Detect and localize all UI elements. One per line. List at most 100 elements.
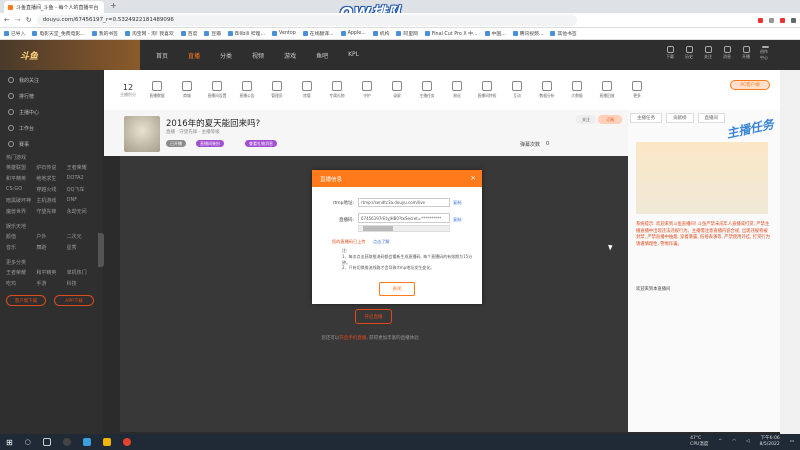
client-download-button[interactable]: 客户端下载 [6, 295, 46, 306]
sidebar-category[interactable]: 颜值 [6, 233, 36, 240]
tool-item[interactable]: 互动 [502, 81, 532, 99]
reload-icon[interactable]: ↻ [26, 16, 32, 24]
forward-icon[interactable]: → [15, 16, 21, 24]
pinterest-icon[interactable] [780, 17, 785, 23]
bookmark-item[interactable]: 电影天堂_免费电影... [32, 30, 85, 37]
sidebar-item[interactable]: 赛事 [0, 136, 103, 152]
header-icon-item[interactable]: 开播 [741, 46, 751, 60]
learn-more-link[interactable]: 点击了解 [373, 239, 390, 244]
tool-item[interactable]: 直播公告 [232, 81, 262, 99]
tool-item[interactable]: 专属礼物 [322, 81, 352, 99]
sidebar-item[interactable]: 排行榜 [0, 88, 103, 104]
tool-item[interactable]: 录屏 [382, 81, 412, 99]
tool-item[interactable]: 直播回放 [592, 81, 622, 99]
sidebar-category[interactable]: DOTA2 [67, 175, 97, 182]
sidebar-category[interactable]: 和平精英 [6, 175, 36, 182]
bookmark-item[interactable]: 百度 [180, 30, 197, 37]
bookmark-item[interactable]: 机构 [372, 30, 389, 37]
sidebar-category[interactable]: 魔兽世界 [6, 208, 36, 215]
sidebar-category[interactable]: 和平精英 [36, 269, 66, 276]
sidebar-category[interactable]: 单机热门 [67, 269, 97, 276]
right-panel-tab[interactable]: 贡献榜 [666, 113, 694, 123]
back-icon[interactable]: ← [4, 16, 10, 24]
bookmark-item[interactable]: Apple... [340, 31, 366, 36]
chevron-up-icon[interactable]: ^ [718, 439, 722, 444]
sidebar-category[interactable]: 王者荣耀 [67, 164, 97, 171]
sidebar-category[interactable]: 吃鸡 [6, 280, 36, 287]
sidebar-category[interactable]: 星秀 [67, 244, 97, 251]
nav-item[interactable]: 首页 [156, 51, 168, 60]
close-button[interactable]: 关闭 [379, 282, 415, 296]
sidebar-category[interactable]: 炉石传说 [36, 164, 66, 171]
app-download-button[interactable]: APP下载 [54, 295, 94, 306]
bookmark-item[interactable]: Bilibili 哔哩... [228, 30, 265, 37]
tool-item[interactable]: 直播间设置 [202, 81, 232, 99]
tool-item[interactable]: 主播任务 [412, 81, 442, 99]
tool-item[interactable]: 房管 [292, 81, 322, 99]
subscribe-button[interactable]: 订阅 [598, 115, 622, 124]
follow-button[interactable]: 关注 [576, 115, 596, 124]
extension-icon[interactable] [769, 17, 774, 23]
task-view-icon[interactable] [42, 438, 51, 446]
copy-rtmp-button[interactable]: 复制 [453, 200, 461, 206]
app-icon[interactable] [62, 438, 71, 446]
decoration-tag[interactable]: 直播间装扮 [196, 140, 224, 147]
tool-item[interactable]: 直播间特权 [472, 81, 502, 99]
sidebar-category[interactable]: 手游 [36, 280, 66, 287]
close-icon[interactable]: × [470, 174, 476, 182]
sidebar-collapse-handle[interactable] [98, 233, 104, 267]
nav-item[interactable]: 鱼吧 [316, 51, 328, 60]
bookmark-item[interactable]: 我的书签 [91, 30, 118, 37]
sidebar-item[interactable]: 工作台 [0, 120, 103, 136]
gift-message-tag[interactable]: 查看礼物消息 [245, 140, 277, 147]
url-input[interactable]: douyu.com/67456197_r=0.5324922181489096 [36, 14, 577, 26]
browser-tab[interactable]: 斗鱼直播间_斗鱼 - 每个人的直播平台 [4, 1, 104, 13]
nav-item[interactable]: 分类 [220, 51, 232, 60]
tool-item[interactable]: 守护 [352, 81, 382, 99]
header-icon-item[interactable]: 下载 [665, 46, 675, 60]
chrome-icon[interactable] [122, 438, 131, 446]
sidebar-category[interactable]: QQ飞车 [67, 186, 97, 193]
sidebar-category[interactable]: CS:GO [6, 186, 36, 193]
bookmark-item[interactable]: Final Cut Pro X 中... [424, 30, 478, 37]
site-logo[interactable]: 斗鱼 [0, 40, 140, 70]
app-icon[interactable] [82, 438, 91, 446]
right-panel-tab[interactable]: 直播间 [697, 113, 725, 123]
bookmark-item[interactable]: 豆瓣 [204, 30, 221, 37]
bookmark-item[interactable]: Ventop [272, 31, 296, 36]
pc-client-button[interactable]: PC客户端 [730, 80, 770, 90]
header-icon-item[interactable]: 创作中心 [760, 46, 770, 60]
bookmark-item[interactable]: 已导入 [4, 30, 25, 37]
bookmark-item[interactable]: 中国... [484, 30, 506, 37]
header-icon-item[interactable]: 关注 [703, 46, 713, 60]
sidebar-category[interactable]: 音乐 [6, 244, 36, 251]
sidebar-category[interactable]: 穿越火线 [36, 186, 66, 193]
volume-icon[interactable]: ◁ [746, 439, 749, 444]
bookmark-item[interactable]: 阿里网 [396, 30, 418, 37]
new-tab-icon[interactable]: + [110, 1, 117, 10]
header-icon-item[interactable]: 历史 [684, 46, 694, 60]
sidebar-category[interactable]: 舞蹈 [36, 244, 66, 251]
sidebar-category[interactable]: 暗黑破坏神 [6, 197, 36, 204]
notification-icon[interactable]: ▭ [790, 439, 794, 444]
sidebar-category[interactable]: 科技 [67, 280, 97, 287]
scrollbar[interactable] [780, 70, 800, 434]
copy-code-button[interactable]: 复制 [453, 217, 461, 223]
bookmark-item[interactable]: 腾讯视频... [512, 30, 543, 37]
sidebar-item[interactable]: 主播中心 [0, 104, 103, 120]
sidebar-category[interactable]: 主机游戏 [36, 197, 66, 204]
tool-item[interactable]: 商城 [172, 81, 202, 99]
nav-item[interactable]: 直播 [188, 51, 200, 60]
search-icon[interactable]: ○ [25, 438, 31, 446]
bookmark-item[interactable]: 淘宝网 - 淘! 我喜欢 [124, 30, 174, 37]
header-icon-item[interactable]: 消息 [722, 46, 732, 60]
open-live-button[interactable]: 开启直播 [355, 309, 392, 324]
bookmark-item[interactable]: 在线翻译... [302, 30, 334, 37]
nav-item[interactable]: 视频 [252, 51, 264, 60]
code-scrollbar[interactable] [358, 225, 450, 232]
file-explorer-icon[interactable] [102, 438, 111, 446]
sidebar-category[interactable]: 绝地求生 [36, 175, 66, 182]
tool-item[interactable]: 数据分析 [532, 81, 562, 99]
sidebar-category[interactable]: 户外 [36, 233, 66, 240]
stream-code-field[interactable]: 67456197rEtyJHB0?txSecret=********** [358, 213, 450, 223]
